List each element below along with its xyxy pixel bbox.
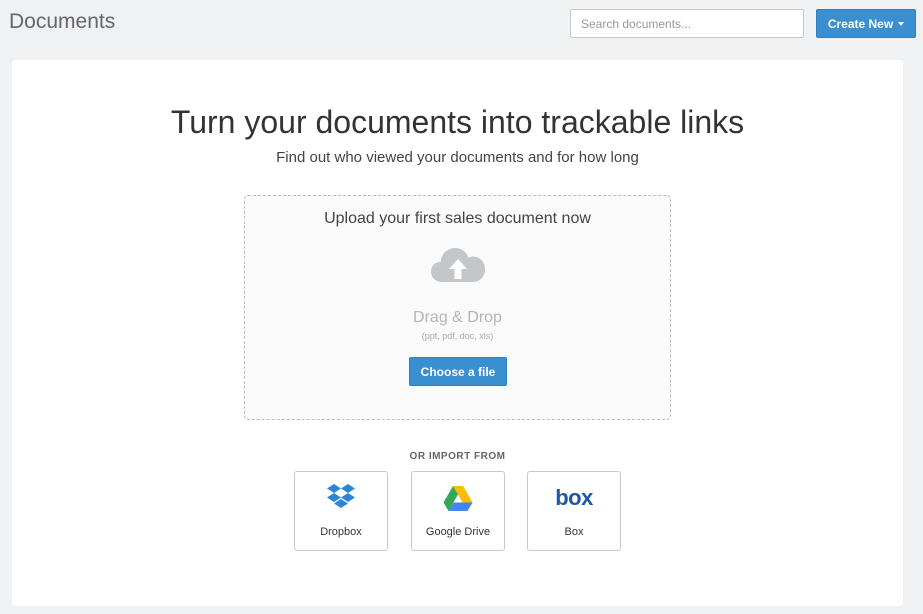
box-label: Box bbox=[564, 526, 584, 538]
google-drive-label: Google Drive bbox=[425, 526, 491, 538]
google-drive-icon bbox=[443, 485, 473, 511]
upload-dropzone[interactable]: Upload your first sales document now Dra… bbox=[244, 195, 671, 420]
box-icon: box bbox=[555, 485, 593, 510]
import-box-button[interactable]: box Box bbox=[527, 471, 621, 551]
create-new-label: Create New bbox=[827, 16, 894, 31]
file-formats-label: (ppt, pdf, doc, xls) bbox=[421, 331, 494, 341]
create-new-button[interactable]: Create New bbox=[816, 9, 916, 38]
import-google-drive-button[interactable]: Google Drive bbox=[411, 471, 505, 551]
cloud-upload-icon bbox=[431, 248, 485, 282]
drag-drop-label: Drag & Drop bbox=[413, 309, 502, 326]
main-card: Turn your documents into trackable links… bbox=[12, 60, 903, 606]
top-bar: Documents Create New bbox=[0, 0, 923, 52]
import-dropbox-button[interactable]: Dropbox bbox=[294, 471, 388, 551]
upload-title: Upload your first sales document now bbox=[324, 210, 591, 227]
caret-down-icon bbox=[898, 22, 905, 26]
choose-file-button[interactable]: Choose a file bbox=[409, 357, 507, 386]
dropbox-icon bbox=[327, 484, 355, 508]
hero-subtitle: Find out who viewed your documents and f… bbox=[276, 149, 639, 166]
dropbox-label: Dropbox bbox=[320, 526, 362, 538]
hero-title: Turn your documents into trackable links bbox=[170, 104, 745, 140]
search-input[interactable] bbox=[570, 9, 804, 38]
page-title: Documents bbox=[9, 10, 116, 33]
import-heading: OR IMPORT FROM bbox=[409, 451, 506, 462]
